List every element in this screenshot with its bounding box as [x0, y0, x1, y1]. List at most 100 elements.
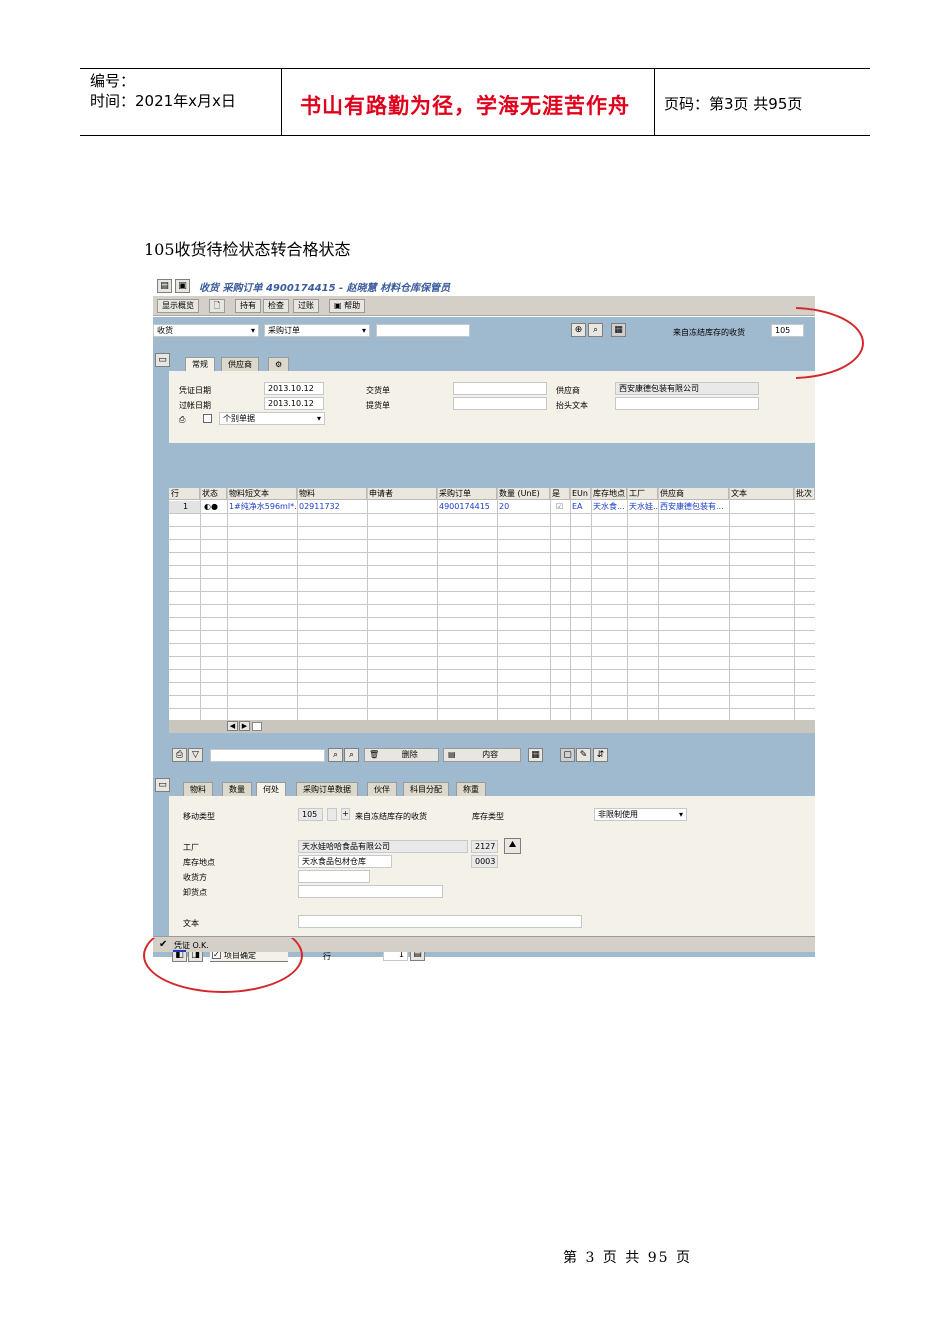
post-date-input[interactable]: 2013.10.12 [264, 397, 324, 410]
movement-type-label: 来自冻结库存的收货 [673, 328, 745, 337]
settings-icon[interactable]: ▦ [611, 323, 626, 337]
grid-column-line [729, 488, 730, 720]
col-header[interactable]: 库存地点 [591, 488, 627, 500]
distribute-icon[interactable]: ⇵ [593, 748, 608, 762]
item-text-input[interactable] [298, 915, 582, 928]
grid-row-line [169, 695, 815, 696]
col-header[interactable]: 文本 [729, 488, 794, 500]
content-button[interactable]: ▤ 内容 [443, 748, 521, 762]
grid-row-line [169, 656, 815, 657]
header-number-label: 编号： [90, 72, 136, 90]
individual-slip-select[interactable]: 个别单据 ▾ [219, 412, 325, 425]
status-traffic-icon: ◐● [204, 502, 218, 511]
dropdown-icon: ▾ [250, 326, 255, 335]
col-header[interactable]: 行 [169, 488, 200, 500]
cell-quantity[interactable]: 20 [497, 501, 550, 513]
tab-vendor[interactable]: 供应商 [221, 357, 259, 371]
col-header[interactable]: EUn [570, 488, 591, 500]
col-header[interactable]: 工厂 [627, 488, 658, 500]
collapse-header-icon[interactable]: ▭ [155, 353, 170, 367]
find-icon[interactable]: ⌕ [328, 748, 343, 762]
cell-plant[interactable]: 天水娃... [627, 501, 658, 513]
scroll-left-icon[interactable]: ◀ [227, 721, 238, 731]
new-document-icon[interactable]: 🗋 [209, 299, 225, 313]
horizontal-scrollbar[interactable]: ◀ ▶ [169, 720, 815, 733]
plant-address-icon[interactable]: ⛰ [504, 838, 521, 854]
hold-button[interactable]: 持有 [235, 299, 261, 313]
reference-select[interactable]: 采购订单 ▾ [264, 324, 370, 337]
po-number-input[interactable] [376, 324, 470, 337]
grid-row-line [169, 604, 815, 605]
delete-item-button[interactable]: 🗑 删除 [364, 748, 439, 762]
check-button[interactable]: 检查 [263, 299, 289, 313]
action-select[interactable]: 收货 ▾ [153, 324, 259, 337]
col-header[interactable]: 是 [550, 488, 570, 500]
layout-icon[interactable]: ▦ [528, 748, 543, 762]
section-caption: 105收货待检状态转合格状态 [144, 240, 351, 259]
sloc-name-field[interactable]: 天水食品包材仓库 [298, 855, 392, 868]
print-icon[interactable]: ⎙ [179, 415, 185, 425]
grid-row-line [169, 526, 815, 527]
col-header[interactable]: 供应商 [658, 488, 729, 500]
line-label: 行 [323, 952, 331, 961]
col-header[interactable]: 物料短文本 [227, 488, 297, 500]
print-icon[interactable]: ⎙ [172, 748, 187, 762]
binoculars-icon[interactable]: ⌕ [588, 323, 603, 337]
tab-material[interactable]: 物料 [183, 782, 213, 796]
col-header[interactable]: 批次 [794, 488, 815, 500]
plus-indicator: + [341, 808, 350, 820]
header-panel: 凭证日期 2013.10.12 过帐日期 2013.10.12 ⎙ 个别单据 ▾ … [169, 371, 815, 443]
post-button[interactable]: 过账 [293, 299, 319, 313]
cell-po[interactable]: 4900174415 [437, 501, 497, 513]
help-button[interactable]: ▣ 帮助 [329, 299, 366, 313]
col-header[interactable]: 申请者 [367, 488, 437, 500]
find-input[interactable] [210, 749, 325, 762]
recipient-input[interactable] [298, 870, 370, 883]
filter-icon[interactable]: ▽ [188, 748, 203, 762]
grid-column-line [367, 488, 368, 720]
cell-sloc[interactable]: 天水食... [591, 501, 627, 513]
tab-quantity[interactable]: 数量 [222, 782, 252, 796]
vendor-field: 西安康德包装有限公司 [615, 382, 759, 395]
collapse-detail-icon[interactable]: ▭ [155, 778, 170, 792]
execute-icon[interactable]: ⊕ [571, 323, 586, 337]
cell-ok-checkbox[interactable]: ☑ [554, 501, 568, 513]
col-header[interactable]: 数量 (UnE) [497, 488, 550, 500]
unloading-point-input[interactable] [298, 885, 443, 898]
cell-material-text[interactable]: 1#纯净水596ml*... [227, 501, 297, 513]
cell-vendor[interactable]: 西安康德包装有... [658, 501, 729, 513]
menu-icon[interactable]: ▤ [157, 279, 172, 293]
row-number[interactable]: 1 [169, 501, 200, 513]
tab-where[interactable]: 何处 [256, 782, 286, 796]
individual-slip-checkbox[interactable] [203, 414, 212, 423]
cell-material[interactable]: 02911732 [297, 501, 367, 513]
col-header[interactable]: 状态 [200, 488, 227, 500]
header-text-input[interactable] [615, 397, 759, 410]
copy-icon[interactable]: ▢ [560, 748, 575, 762]
scroll-thumb[interactable] [252, 722, 262, 731]
delivery-note-input[interactable] [453, 382, 547, 395]
edit-icon[interactable]: ✎ [576, 748, 591, 762]
grid-column-line [658, 488, 659, 720]
vendor-label: 供应商 [556, 386, 580, 395]
bill-of-lading-input[interactable] [453, 397, 547, 410]
col-header[interactable]: 采购订单 [437, 488, 497, 500]
title-bar: ▤ ▣ 收货 采购订单 4900174415 - 赵晓慧 材料仓库保管员 [153, 276, 815, 296]
scroll-right-icon[interactable]: ▶ [239, 721, 250, 731]
find-next-icon[interactable]: ⌕ [344, 748, 359, 762]
tab-partner[interactable]: 伙伴 [367, 782, 397, 796]
tab-general[interactable]: 常规 [185, 357, 215, 371]
system-icon[interactable]: ▣ [175, 279, 190, 293]
cell-unit[interactable]: EA [570, 501, 591, 513]
tab-weighing[interactable]: 称重 [456, 782, 486, 796]
header-time: 时间：2021年x月x日 [90, 92, 236, 110]
col-header[interactable]: 物料 [297, 488, 367, 500]
doc-date-input[interactable]: 2013.10.12 [264, 382, 324, 395]
stock-type-select[interactable]: 非限制使用 ▾ [594, 808, 687, 821]
window-title: 收货 采购订单 4900174415 - 赵晓慧 材料仓库保管员 [199, 283, 451, 294]
movement-type-label: 移动类型 [183, 812, 215, 821]
tab-account[interactable]: 科目分配 [403, 782, 449, 796]
tab-po-data[interactable]: 采购订单数据 [296, 782, 358, 796]
tab-extra[interactable]: ⚙ [268, 357, 290, 371]
show-overview-button[interactable]: 显示概览 [157, 299, 199, 313]
